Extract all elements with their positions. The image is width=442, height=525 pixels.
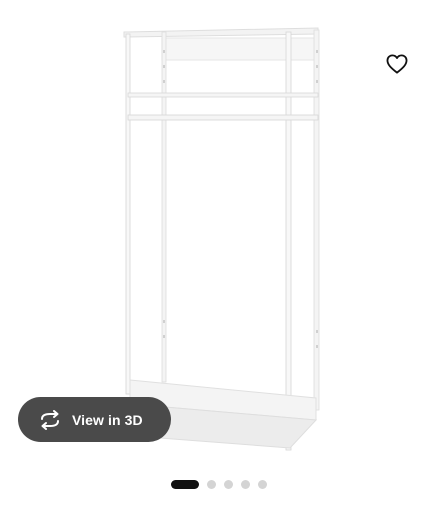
image-pagination [171, 479, 267, 489]
view-in-3d-label: View in 3D [72, 411, 143, 428]
pagination-dot-2[interactable] [207, 479, 216, 489]
product-gallery[interactable]: View in 3D [0, 0, 442, 525]
pagination-dot-5[interactable] [258, 479, 267, 489]
view-in-3d-button[interactable]: View in 3D [18, 397, 171, 442]
favorite-button[interactable] [383, 50, 411, 78]
product-image [123, 27, 320, 451]
pagination-dot-4[interactable] [241, 479, 250, 489]
pagination-dot-3[interactable] [224, 479, 233, 489]
pagination-dot-1[interactable] [171, 479, 199, 489]
rotate-3d-icon [38, 408, 62, 432]
heart-outline-icon [386, 54, 408, 74]
